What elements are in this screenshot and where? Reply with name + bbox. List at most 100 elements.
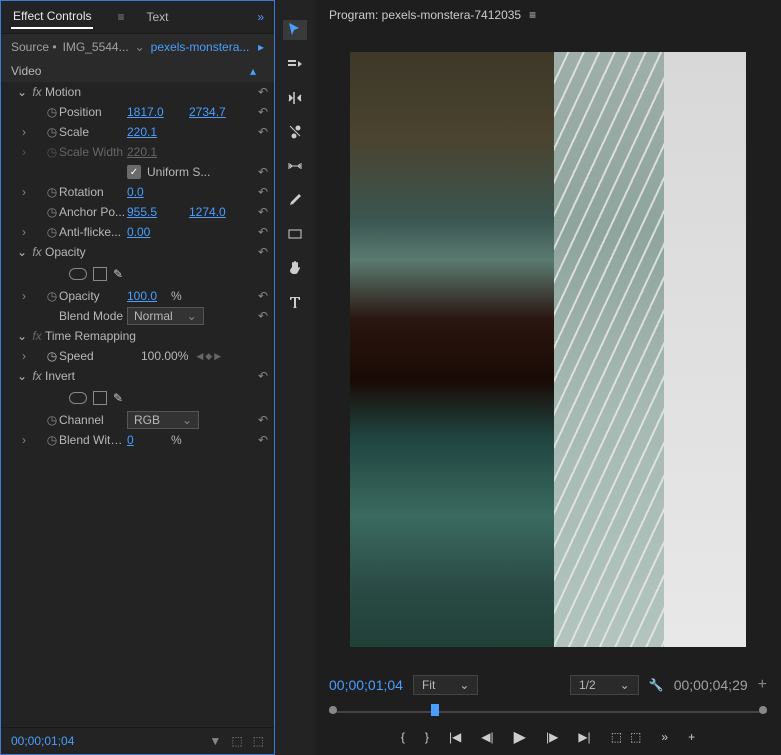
- footer-timecode[interactable]: 00;00;01;04: [11, 734, 74, 748]
- expand-motion-icon[interactable]: ⌄: [17, 85, 29, 99]
- expand-rotation-icon[interactable]: ›: [17, 185, 31, 199]
- add-keyframe-icon[interactable]: ◆: [205, 351, 212, 362]
- source-clip[interactable]: IMG_5544...: [63, 40, 129, 54]
- fx-toggle-opacity[interactable]: fx: [29, 245, 45, 259]
- motion-label[interactable]: Motion: [45, 85, 258, 99]
- reset-invert-icon[interactable]: ↶: [258, 369, 268, 383]
- invert-pen-mask-icon[interactable]: ✎: [113, 391, 123, 405]
- step-back-icon[interactable]: ◀|: [481, 730, 493, 744]
- stopwatch-position-icon[interactable]: ◷: [45, 105, 59, 119]
- tab-effect-controls[interactable]: Effect Controls: [11, 5, 93, 29]
- program-menu-icon[interactable]: ≡: [529, 8, 536, 22]
- reset-anchor-icon[interactable]: ↶: [258, 205, 268, 219]
- rectangle-tool-icon[interactable]: [283, 224, 307, 244]
- anchor-y-value[interactable]: 1274.0: [189, 205, 226, 219]
- mark-in-icon[interactable]: {: [401, 730, 405, 744]
- stopwatch-channel-icon[interactable]: ◷: [45, 413, 59, 427]
- program-scrubber[interactable]: [315, 701, 781, 719]
- reset-blendwith-icon[interactable]: ↶: [258, 433, 268, 447]
- expand-speed-icon[interactable]: ›: [17, 349, 31, 363]
- video-timeline-toggle-icon[interactable]: ▴: [250, 64, 256, 78]
- program-timecode[interactable]: 00;00;01;04: [329, 677, 403, 693]
- scrub-handle-right[interactable]: [759, 706, 767, 714]
- step-forward-icon[interactable]: |▶: [546, 730, 558, 744]
- opacity-value[interactable]: 100.0: [127, 289, 171, 303]
- stopwatch-opacity-icon[interactable]: ◷: [45, 289, 59, 303]
- rotation-value[interactable]: 0.0: [127, 185, 171, 199]
- reset-position-icon[interactable]: ↶: [258, 105, 268, 119]
- resolution-dropdown[interactable]: 1/2⌄: [570, 675, 639, 695]
- ripple-edit-tool-icon[interactable]: [283, 88, 307, 108]
- add-marker-plus-icon[interactable]: +: [758, 676, 767, 694]
- settings-wrench-icon[interactable]: 🔧: [649, 678, 664, 692]
- reset-uniform-icon[interactable]: ↶: [258, 165, 268, 179]
- export-frame-icon[interactable]: »: [661, 730, 668, 744]
- next-keyframe-icon[interactable]: ▶: [214, 351, 221, 362]
- stopwatch-rotation-icon[interactable]: ◷: [45, 185, 59, 199]
- opacity-label[interactable]: Opacity: [45, 245, 258, 259]
- reset-motion-icon[interactable]: ↶: [258, 85, 268, 99]
- collapse-chevrons-icon[interactable]: »: [257, 10, 264, 24]
- rect-mask-icon[interactable]: [93, 267, 107, 281]
- mark-out-icon[interactable]: }: [425, 730, 429, 744]
- pen-mask-icon[interactable]: ✎: [113, 267, 123, 281]
- type-tool-icon[interactable]: [283, 292, 307, 312]
- fx-toggle-invert[interactable]: fx: [29, 369, 45, 383]
- button-editor-plus-icon[interactable]: +: [688, 730, 695, 744]
- playhead[interactable]: [431, 704, 439, 716]
- expand-scale-width-icon[interactable]: ›: [17, 145, 31, 159]
- pen-tool-icon[interactable]: [283, 190, 307, 210]
- scale-value[interactable]: 220.1: [127, 125, 171, 139]
- reset-antiflicker-icon[interactable]: ↶: [258, 225, 268, 239]
- reset-opacity-icon[interactable]: ↶: [258, 245, 268, 259]
- blendwith-value[interactable]: 0: [127, 433, 171, 447]
- timeline-toggle-icon[interactable]: ▸: [258, 40, 264, 54]
- expand-time-icon[interactable]: ⌄: [17, 329, 29, 343]
- fx-toggle-motion[interactable]: fx: [29, 85, 45, 99]
- fx-toggle-time[interactable]: fx: [29, 329, 45, 343]
- expand-invert-icon[interactable]: ⌄: [17, 369, 29, 383]
- stopwatch-blendwith-icon[interactable]: ◷: [45, 433, 59, 447]
- position-y-value[interactable]: 2734.7: [189, 105, 226, 119]
- video-section-header[interactable]: Video ▴: [1, 60, 274, 82]
- blend-mode-dropdown[interactable]: Normal⌄: [127, 307, 204, 325]
- invert-rect-mask-icon[interactable]: [93, 391, 107, 405]
- source-sequence-link[interactable]: pexels-monstera...: [151, 40, 250, 54]
- tab-text[interactable]: Text: [145, 6, 171, 28]
- stopwatch-scale-icon[interactable]: ◷: [45, 125, 59, 139]
- go-to-in-icon[interactable]: |◀: [449, 730, 461, 744]
- stopwatch-antiflicker-icon[interactable]: ◷: [45, 225, 59, 239]
- expand-scale-icon[interactable]: ›: [17, 125, 31, 139]
- expand-opacity-val-icon[interactable]: ›: [17, 289, 31, 303]
- ellipse-mask-icon[interactable]: [69, 268, 87, 280]
- fx-badge-icon[interactable]: ⬚: [231, 734, 242, 748]
- timeline-icon[interactable]: ⬚: [253, 734, 264, 748]
- program-viewport[interactable]: [315, 30, 781, 669]
- stopwatch-anchor-icon[interactable]: ◷: [45, 205, 59, 219]
- reset-channel-icon[interactable]: ↶: [258, 413, 268, 427]
- lift-icon[interactable]: ⬚: [611, 730, 622, 744]
- scrub-handle-left[interactable]: [329, 706, 337, 714]
- expand-opacity-icon[interactable]: ⌄: [17, 245, 29, 259]
- reset-scale-icon[interactable]: ↶: [258, 125, 268, 139]
- uniform-scale-checkbox[interactable]: ✓: [127, 165, 141, 179]
- invert-label[interactable]: Invert: [45, 369, 258, 383]
- speed-value[interactable]: 100.00%: [141, 349, 188, 363]
- go-to-out-icon[interactable]: ▶|: [578, 730, 590, 744]
- reset-blend-icon[interactable]: ↶: [258, 309, 268, 323]
- position-x-value[interactable]: 1817.0: [127, 105, 171, 119]
- selection-tool-icon[interactable]: [283, 20, 307, 40]
- stopwatch-speed-icon[interactable]: ◷: [45, 349, 59, 363]
- expand-blendwith-icon[interactable]: ›: [17, 433, 31, 447]
- expand-antiflicker-icon[interactable]: ›: [17, 225, 31, 239]
- anchor-x-value[interactable]: 955.5: [127, 205, 171, 219]
- reset-rotation-icon[interactable]: ↶: [258, 185, 268, 199]
- slip-tool-icon[interactable]: [283, 156, 307, 176]
- antiflicker-value[interactable]: 0.00: [127, 225, 171, 239]
- hand-tool-icon[interactable]: [283, 258, 307, 278]
- track-select-tool-icon[interactable]: [283, 54, 307, 74]
- zoom-fit-dropdown[interactable]: Fit⌄: [413, 675, 478, 695]
- time-remap-label[interactable]: Time Remapping: [45, 329, 268, 343]
- source-dropdown-icon[interactable]: ⌄: [135, 40, 145, 54]
- filter-icon[interactable]: ▼: [209, 734, 221, 748]
